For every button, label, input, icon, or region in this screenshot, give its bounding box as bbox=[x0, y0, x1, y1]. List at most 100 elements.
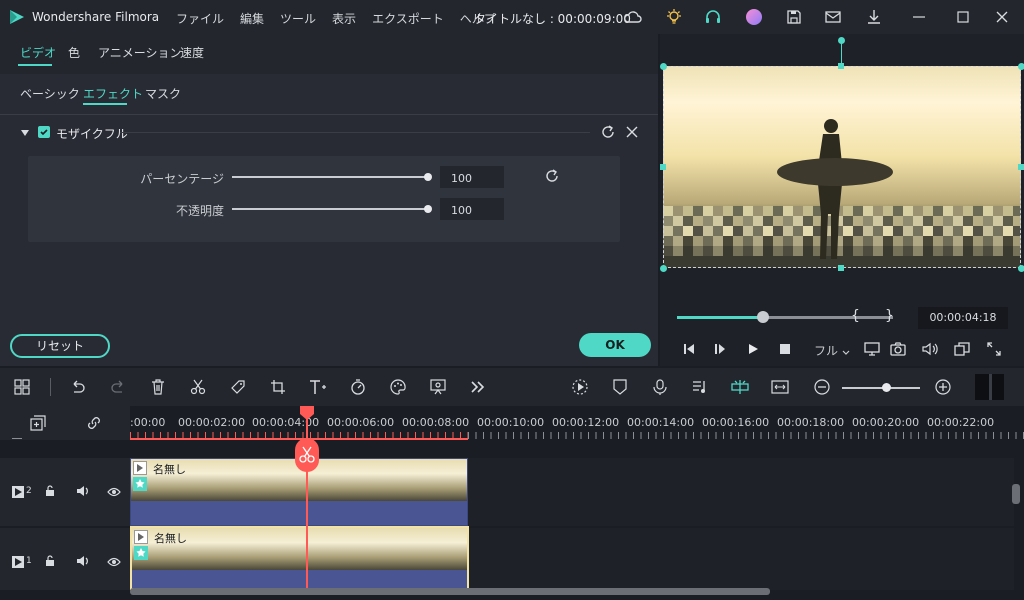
speed-icon[interactable] bbox=[348, 377, 368, 397]
shield-marker-icon[interactable] bbox=[610, 377, 630, 397]
download-icon[interactable] bbox=[864, 7, 884, 27]
fit-timeline-icon[interactable] bbox=[770, 377, 790, 397]
audio-mute-icon[interactable] bbox=[76, 555, 90, 567]
time-ruler[interactable]: :00:00 00:00:02:00 00:00:04:00 00:00:06:… bbox=[130, 406, 1024, 440]
cloud-icon[interactable] bbox=[623, 7, 643, 27]
reset-param-icon[interactable] bbox=[544, 168, 560, 184]
bulb-icon[interactable] bbox=[664, 7, 684, 27]
mark-out-bracket[interactable]: } bbox=[885, 308, 894, 324]
pip-icon[interactable] bbox=[953, 340, 971, 358]
microphone-icon[interactable] bbox=[650, 377, 670, 397]
effect-enable-checkbox[interactable] bbox=[38, 126, 50, 138]
lock-icon[interactable] bbox=[44, 485, 56, 497]
monitor-icon[interactable] bbox=[863, 340, 881, 358]
undo-icon[interactable] bbox=[68, 377, 88, 397]
remove-effect-icon[interactable] bbox=[626, 126, 638, 138]
green-screen-icon[interactable] bbox=[428, 377, 448, 397]
playhead-split-handle[interactable] bbox=[295, 438, 319, 472]
avatar-icon[interactable] bbox=[744, 7, 764, 27]
vertical-scrollbar[interactable] bbox=[1012, 484, 1020, 504]
layout-toggle[interactable] bbox=[975, 374, 1004, 400]
add-track-icon[interactable] bbox=[30, 415, 46, 431]
eye-icon[interactable] bbox=[107, 556, 121, 567]
effect-params-box: パーセンテージ 100 不透明度 100 bbox=[28, 156, 620, 242]
menu-view[interactable]: 表示 bbox=[332, 10, 356, 27]
menu-edit[interactable]: 編集 bbox=[240, 10, 264, 27]
maximize-icon[interactable] bbox=[953, 7, 973, 27]
save-icon[interactable] bbox=[784, 7, 804, 27]
redo-icon[interactable] bbox=[108, 377, 128, 397]
percentage-input[interactable]: 100 bbox=[440, 166, 504, 188]
audio-mixer-icon[interactable] bbox=[690, 377, 710, 397]
split-snap-icon[interactable] bbox=[730, 377, 750, 397]
headset-icon[interactable] bbox=[703, 7, 723, 27]
menu-file[interactable]: ファイル bbox=[176, 10, 224, 27]
crop-icon[interactable] bbox=[268, 377, 288, 397]
resize-handle[interactable] bbox=[660, 63, 667, 70]
next-frame-icon[interactable] bbox=[711, 340, 729, 358]
subtab-effect[interactable]: エフェクト bbox=[83, 85, 143, 102]
tab-color[interactable]: 色 bbox=[68, 44, 80, 61]
opacity-slider[interactable] bbox=[232, 208, 428, 210]
more-tools-icon[interactable] bbox=[468, 377, 488, 397]
resize-handle[interactable] bbox=[660, 265, 667, 272]
reset-effect-icon[interactable] bbox=[600, 124, 616, 140]
lock-icon[interactable] bbox=[44, 555, 56, 567]
percentage-slider-knob[interactable] bbox=[424, 173, 432, 181]
quality-select[interactable]: フル bbox=[814, 342, 838, 359]
ok-button[interactable]: OK bbox=[579, 333, 651, 357]
opacity-input[interactable]: 100 bbox=[440, 198, 504, 220]
render-preview-icon[interactable] bbox=[570, 377, 590, 397]
ruler-label: 00:00:20:00 bbox=[852, 416, 920, 429]
snapshot-icon[interactable] bbox=[889, 340, 907, 358]
zoom-out-icon[interactable] bbox=[812, 377, 832, 397]
prev-frame-icon[interactable] bbox=[680, 340, 698, 358]
playback-progress-knob[interactable] bbox=[757, 311, 770, 323]
resize-handle[interactable] bbox=[838, 265, 844, 271]
mark-in-bracket[interactable]: { bbox=[851, 308, 860, 324]
tab-video[interactable]: ビデオ bbox=[20, 44, 56, 61]
play-icon[interactable] bbox=[744, 340, 762, 358]
menu-tools[interactable]: ツール bbox=[280, 10, 316, 27]
fullscreen-icon[interactable] bbox=[985, 340, 1003, 358]
collapse-triangle-icon[interactable] bbox=[20, 127, 30, 137]
scissors-icon[interactable] bbox=[188, 377, 208, 397]
text-add-icon[interactable] bbox=[308, 377, 328, 397]
minimize-icon[interactable] bbox=[909, 7, 929, 27]
mail-icon[interactable] bbox=[823, 7, 843, 27]
audio-mute-icon[interactable] bbox=[76, 485, 90, 497]
video-clip-selected[interactable]: 名無し bbox=[130, 526, 469, 590]
resize-handle[interactable] bbox=[838, 63, 844, 69]
link-icon[interactable] bbox=[86, 415, 102, 431]
chevron-down-icon[interactable] bbox=[842, 345, 850, 355]
zoom-slider[interactable] bbox=[842, 387, 920, 389]
rotate-handle[interactable] bbox=[838, 37, 845, 44]
tab-speed[interactable]: 速度 bbox=[180, 44, 204, 61]
reset-button[interactable]: リセット bbox=[10, 334, 110, 358]
resize-handle[interactable] bbox=[1018, 63, 1024, 70]
menu-export[interactable]: エクスポート bbox=[372, 10, 444, 27]
layout-icon[interactable] bbox=[12, 377, 32, 397]
resize-handle[interactable] bbox=[1018, 265, 1024, 272]
eye-icon[interactable] bbox=[107, 486, 121, 497]
stop-icon[interactable] bbox=[776, 340, 794, 358]
horizontal-scrollbar[interactable] bbox=[130, 588, 770, 595]
tab-animation[interactable]: アニメーション bbox=[98, 44, 182, 61]
selection-frame[interactable] bbox=[663, 66, 1021, 268]
tab-video-underline bbox=[18, 64, 52, 66]
zoom-slider-knob[interactable] bbox=[882, 383, 891, 392]
color-palette-icon[interactable] bbox=[388, 377, 408, 397]
percentage-slider[interactable] bbox=[232, 176, 428, 178]
tag-icon[interactable] bbox=[228, 377, 248, 397]
delete-icon[interactable] bbox=[148, 377, 168, 397]
volume-icon[interactable] bbox=[921, 340, 939, 358]
zoom-in-icon[interactable] bbox=[933, 377, 953, 397]
subtab-basic[interactable]: ベーシック bbox=[20, 85, 80, 102]
preview-timecode: 00:00:04:18 bbox=[918, 307, 1008, 329]
subtab-mask[interactable]: マスク bbox=[145, 85, 181, 102]
effect-badge-icon bbox=[134, 546, 148, 560]
opacity-slider-knob[interactable] bbox=[424, 205, 432, 213]
close-window-icon[interactable] bbox=[992, 7, 1012, 27]
resize-handle[interactable] bbox=[1018, 164, 1024, 170]
resize-handle[interactable] bbox=[660, 164, 666, 170]
